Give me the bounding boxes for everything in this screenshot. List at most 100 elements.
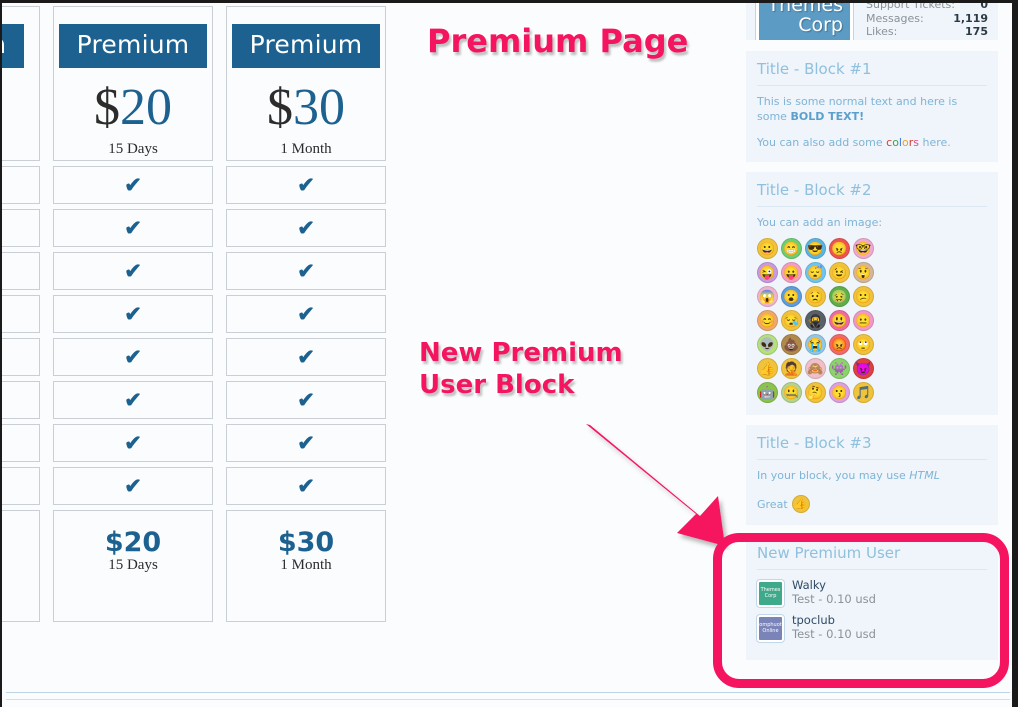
- pricing-column-header-1: Premium $20 15 Days: [53, 6, 213, 161]
- footer-price: $30: [277, 527, 335, 558]
- smiley-icon[interactable]: 😊: [757, 310, 778, 331]
- block-great-line: Great 👍: [757, 495, 987, 513]
- sidebar-block-1: Title - Block #1 This is some normal tex…: [746, 51, 998, 162]
- smiley-icon[interactable]: 🤦: [781, 358, 802, 379]
- smiley-icon[interactable]: 🤖: [757, 382, 778, 403]
- smiley-icon[interactable]: 😎: [805, 238, 826, 259]
- annotation-line-2: User Block: [417, 369, 575, 402]
- smiley-icon[interactable]: 😛: [781, 262, 802, 283]
- smiley-icon[interactable]: 🙈: [805, 358, 826, 379]
- block-body-text: In your block, you may use HTML: [757, 468, 987, 483]
- smiley-icon[interactable]: 😟: [805, 286, 826, 307]
- smiley-icon[interactable]: 👽: [757, 334, 778, 355]
- smiley-icon[interactable]: 💩: [781, 334, 802, 355]
- stat-value: 175: [965, 25, 988, 38]
- check-icon: ✔: [297, 474, 315, 498]
- smiley-icon[interactable]: 😈: [853, 358, 874, 379]
- check-icon: ✔: [297, 173, 315, 197]
- check-icon: ✔: [124, 345, 142, 369]
- check-icon: ✔: [124, 302, 142, 326]
- check-icon: ✔: [124, 173, 142, 197]
- smiley-icon[interactable]: 👾: [829, 358, 850, 379]
- screenshot-root: Premium $20 15 Days Premium $20 15 Days …: [0, 0, 1018, 707]
- smiley-icon[interactable]: 🤔: [805, 382, 826, 403]
- price-amount: 30: [293, 79, 345, 136]
- smiley-icon[interactable]: 😲: [853, 262, 874, 283]
- pricing-feature-cell: [0, 424, 40, 462]
- smiley-icon[interactable]: 🎵: [853, 382, 874, 403]
- sidebar: Themes Corp TEAM Support Tickets:0Messag…: [746, 0, 998, 670]
- pricing-feature-cell: ✔: [226, 424, 386, 462]
- smiley-icon[interactable]: 😠: [829, 238, 850, 259]
- pricing-footer-cell-0: [0, 510, 40, 622]
- pricing-feature-row: ✔ ✔: [0, 252, 390, 290]
- block-body-text: This is some normal text and here is som…: [757, 94, 987, 124]
- pricing-feature-row: ✔ ✔: [0, 381, 390, 419]
- pricing-feature-cell: ✔: [226, 295, 386, 333]
- smiley-icon[interactable]: 😉: [829, 262, 850, 283]
- pricing-feature-cell: ✔: [53, 252, 213, 290]
- smiley-icon[interactable]: 👍: [757, 358, 778, 379]
- smiley-icon[interactable]: 😀: [757, 238, 778, 259]
- smiley-icon[interactable]: 😗: [829, 382, 850, 403]
- check-icon: ✔: [124, 216, 142, 240]
- emoji-grid: 😀 😁 😎 😠 🤓 😜 😛 😴 😉 😲 😱 😮 😟 🤢 😕 😊 😪 🥷 😃 😐 👽 💩 😭 😡 🙄 👍 🤦 🙈 👾 😈 🤖 🤐 🤔 😗 🎵: [757, 238, 987, 403]
- pricing-feature-cell: [0, 295, 40, 333]
- smiley-icon[interactable]: 😐: [853, 310, 874, 331]
- check-icon: ✔: [124, 474, 142, 498]
- pricing-feature-cell: ✔: [226, 467, 386, 505]
- user-name[interactable]: tpoclub: [792, 613, 876, 627]
- pricing-feature-row: ✔ ✔: [0, 209, 390, 247]
- pricing-feature-cell: [0, 467, 40, 505]
- user-name[interactable]: Walky: [792, 578, 876, 592]
- smiley-icon[interactable]: 😕: [853, 286, 874, 307]
- new-premium-user-item[interactable]: Themes Corp Walky Test - 0.10 usd: [757, 578, 987, 607]
- avatar-line2: Corp: [764, 593, 777, 599]
- check-icon: ✔: [124, 431, 142, 455]
- block-colors-line: You can also add some colors here.: [757, 135, 987, 150]
- page-divider: [6, 692, 1010, 693]
- smiley-icon[interactable]: 🤢: [829, 286, 850, 307]
- user-stats-list: Support Tickets: 0 Messages: 1,119 Likes: 175…: [866, 0, 988, 40]
- new-premium-user-item[interactable]: omphuot Online tpoclub Test - 0.10 usd: [757, 613, 987, 642]
- image-border-top: [0, 0, 1018, 3]
- smiley-icon[interactable]: 😜: [757, 262, 778, 283]
- user-avatar[interactable]: omphuot Online: [757, 615, 784, 642]
- html-keyword: HTML: [909, 469, 940, 482]
- currency-symbol: $: [267, 79, 293, 136]
- plan-price: $20: [94, 82, 172, 134]
- smiley-icon[interactable]: 😡: [829, 334, 850, 355]
- avatar-team-badge: TEAM: [815, 39, 844, 40]
- block-title: New Premium User: [757, 544, 987, 570]
- smiley-icon[interactable]: 🤐: [781, 382, 802, 403]
- smiley-icon[interactable]: 😮: [781, 286, 802, 307]
- pricing-feature-cell: ✔: [53, 166, 213, 204]
- smiley-icon[interactable]: 😪: [781, 310, 802, 331]
- price-amount: 20: [120, 79, 172, 136]
- pricing-feature-rows: ✔ ✔ ✔ ✔ ✔ ✔ ✔ ✔ ✔ ✔ ✔ ✔ ✔ ✔ ✔ ✔: [0, 166, 390, 505]
- user-avatar[interactable]: Themes Corp: [757, 580, 784, 607]
- pricing-footer-cell-1: $20 15 Days: [53, 510, 213, 622]
- check-icon: ✔: [124, 388, 142, 412]
- check-icon: ✔: [297, 302, 315, 326]
- user-detail: Test - 0.10 usd: [792, 627, 876, 641]
- sidebar-block-3: Title - Block #3 In your block, you may …: [746, 425, 998, 525]
- check-icon: ✔: [297, 388, 315, 412]
- smiley-icon[interactable]: 🤓: [853, 238, 874, 259]
- smiley-icon[interactable]: 🙄: [853, 334, 874, 355]
- footer-period: 1 Month: [280, 557, 332, 573]
- colored-letter: o: [901, 136, 909, 149]
- smiley-icon[interactable]: 😴: [805, 262, 826, 283]
- smiley-icon[interactable]: 😃: [829, 310, 850, 331]
- plan-badge: Premium: [231, 24, 381, 68]
- plan-period: 15 Days: [108, 141, 158, 157]
- smiley-icon[interactable]: 😱: [757, 286, 778, 307]
- colors-line-prefix: You can also add some: [757, 136, 887, 149]
- smiley-icon[interactable]: 🥷: [805, 310, 826, 331]
- pricing-feature-cell: ✔: [53, 209, 213, 247]
- smiley-icon[interactable]: 😭: [805, 334, 826, 355]
- pricing-feature-cell: ✔: [53, 338, 213, 376]
- colored-letter: o: [892, 136, 899, 149]
- smiley-icon[interactable]: 😁: [781, 238, 802, 259]
